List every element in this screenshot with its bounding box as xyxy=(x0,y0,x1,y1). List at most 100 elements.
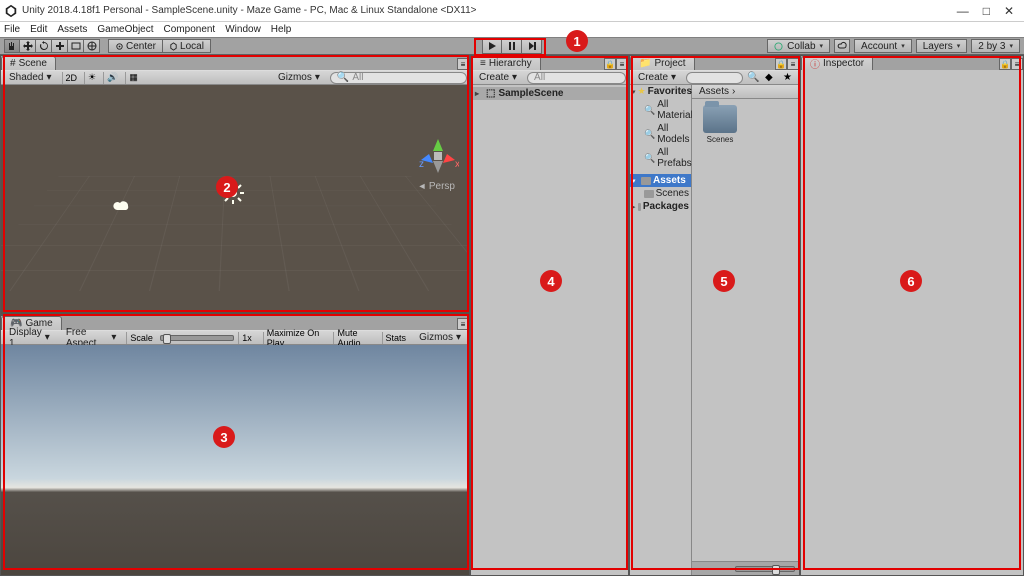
project-lock-button[interactable]: 🔒 xyxy=(775,58,787,70)
collab-dropdown[interactable]: Collab▾ xyxy=(767,39,830,53)
menu-assets[interactable]: Assets xyxy=(57,24,87,35)
scene-search-input[interactable]: 🔍All xyxy=(330,72,467,84)
rotate-tool-button[interactable] xyxy=(36,39,52,53)
window-close-button[interactable]: ✕ xyxy=(1004,4,1014,18)
hierarchy-create-label: Create xyxy=(479,72,509,83)
game-mute-toggle[interactable]: Mute Audio xyxy=(333,332,377,344)
scene-orientation-gizmo[interactable]: x z xyxy=(417,135,459,177)
project-panel-menu-button[interactable]: ≡ xyxy=(787,58,799,70)
scene-search-placeholder: All xyxy=(352,72,363,83)
scene-gizmos-dropdown[interactable]: Gizmos▾ xyxy=(272,72,326,84)
asset-label: Scenes xyxy=(707,135,734,144)
project-type-filter-button[interactable]: ◆ xyxy=(765,72,779,83)
play-button[interactable] xyxy=(482,39,502,54)
slider-thumb[interactable] xyxy=(163,334,171,344)
game-gizmos-dropdown[interactable]: Gizmos▾ xyxy=(413,332,467,344)
pivot-local-button[interactable]: Local xyxy=(163,39,211,53)
camera-icon xyxy=(113,200,131,212)
window-minimize-button[interactable]: — xyxy=(957,4,969,18)
search-save-icon: 🔍 xyxy=(644,129,655,140)
scene-lighting-toggle[interactable]: ☀ xyxy=(84,72,99,84)
scene-tab-icon: # xyxy=(10,58,16,69)
menu-component[interactable]: Component xyxy=(164,24,216,35)
menu-help[interactable]: Help xyxy=(271,24,292,35)
window-maximize-button[interactable]: □ xyxy=(983,4,990,18)
svg-text:x: x xyxy=(455,159,459,170)
move-tool-button[interactable] xyxy=(20,39,36,53)
project-tab-icon: 📁 xyxy=(639,58,651,69)
inspector-tab-icon: ⓘ xyxy=(810,56,820,71)
menu-file[interactable]: File xyxy=(4,24,20,35)
hierarchy-panel-menu-button[interactable]: ≡ xyxy=(616,58,628,70)
project-search-input[interactable] xyxy=(686,72,743,84)
fav-item[interactable]: 🔍All Models xyxy=(630,122,691,146)
scene-tab[interactable]: # Scene xyxy=(1,56,56,70)
step-button[interactable] xyxy=(522,39,542,54)
game-panel: 🎮 Game ≡ Display 1▾ Free Aspect▾ Scale 1… xyxy=(0,315,470,576)
assets-folder[interactable]: ▾Assets xyxy=(630,174,691,187)
scene-viewport[interactable]: x z ◄ Persp xyxy=(1,85,469,314)
game-aspect-dropdown[interactable]: Free Aspect▾ xyxy=(60,332,123,344)
hierarchy-create-dropdown[interactable]: Create▾ xyxy=(473,72,523,84)
pivot-center-button[interactable]: Center xyxy=(108,39,163,53)
scene-fx-toggle[interactable]: ▦ xyxy=(125,72,141,84)
menu-edit[interactable]: Edit xyxy=(30,24,47,35)
scene-audio-toggle[interactable]: 🔊 xyxy=(103,72,121,84)
packages-folder[interactable]: ▸Packages xyxy=(630,200,691,213)
game-gizmos-label: Gizmos xyxy=(419,332,453,343)
slider-thumb[interactable] xyxy=(772,565,780,575)
account-dropdown[interactable]: Account ▾ xyxy=(854,39,912,53)
layout-dropdown[interactable]: 2 by 3▾ xyxy=(971,39,1020,53)
favorites-group[interactable]: ▾★Favorites xyxy=(630,85,691,98)
fav-item[interactable]: 🔍All Prefabs xyxy=(630,146,691,170)
hierarchy-tree[interactable]: ▸ ⬚ SampleScene xyxy=(471,85,628,575)
transform-tool-button[interactable] xyxy=(84,39,100,53)
inspector-tab[interactable]: ⓘ Inspector xyxy=(801,56,873,70)
folder-icon xyxy=(641,177,651,185)
scenes-folder[interactable]: Scenes xyxy=(630,187,691,200)
collab-label: Collab xyxy=(787,41,815,52)
project-save-search-button[interactable]: ★ xyxy=(783,72,797,83)
expand-arrow-icon[interactable]: ▸ xyxy=(475,89,483,98)
hand-tool-button[interactable] xyxy=(4,39,20,53)
hierarchy-search-input[interactable]: All xyxy=(527,72,626,84)
fav-item[interactable]: 🔍All Material xyxy=(630,98,691,122)
scene-2d-toggle[interactable]: 2D xyxy=(62,72,81,84)
game-scale-slider[interactable] xyxy=(160,335,234,341)
asset-folder-item[interactable]: Scenes xyxy=(698,105,742,144)
layers-dropdown[interactable]: Layers▾ xyxy=(916,39,968,53)
scene-projection-label[interactable]: ◄ Persp xyxy=(417,181,455,192)
project-filter-button[interactable]: 🔍 xyxy=(747,72,761,83)
rect-tool-button[interactable] xyxy=(68,39,84,53)
scene-shading-dropdown[interactable]: Shaded▾ xyxy=(3,72,58,84)
main-menu-bar: File Edit Assets GameObject Component Wi… xyxy=(0,22,1024,37)
game-sub-toolbar: Display 1▾ Free Aspect▾ Scale 1x Maximiz… xyxy=(1,330,469,345)
inspector-panel-menu-button[interactable]: ≡ xyxy=(1011,58,1023,70)
hierarchy-tab[interactable]: ≡ Hierarchy xyxy=(471,56,541,70)
project-create-dropdown[interactable]: Create▾ xyxy=(632,72,682,84)
scale-tool-button[interactable] xyxy=(52,39,68,53)
services-button[interactable] xyxy=(834,39,850,53)
project-breadcrumb[interactable]: Assets › xyxy=(692,85,799,99)
hierarchy-search-placeholder: All xyxy=(534,72,545,83)
game-stats-toggle[interactable]: Stats xyxy=(382,332,410,344)
account-label: Account xyxy=(861,41,897,52)
inspector-lock-button[interactable]: 🔒 xyxy=(999,58,1011,70)
project-asset-grid[interactable]: Scenes xyxy=(692,99,799,561)
project-folder-tree[interactable]: ▾★Favorites 🔍All Material 🔍All Models 🔍A… xyxy=(630,85,692,575)
game-panel-menu-button[interactable]: ≡ xyxy=(457,318,469,330)
game-viewport[interactable] xyxy=(1,345,469,575)
scene-panel-menu-button[interactable]: ≡ xyxy=(457,58,469,70)
hierarchy-scene-root[interactable]: ▸ ⬚ SampleScene xyxy=(471,87,628,100)
game-maximize-toggle[interactable]: Maximize On Play xyxy=(263,332,330,344)
game-display-dropdown[interactable]: Display 1▾ xyxy=(3,332,56,344)
project-icon-size-slider[interactable] xyxy=(735,566,795,572)
menu-gameobject[interactable]: GameObject xyxy=(97,24,153,35)
chevron-down-icon: ▾ xyxy=(901,42,905,50)
folder-icon xyxy=(703,105,737,133)
pause-button[interactable] xyxy=(502,39,522,54)
menu-window[interactable]: Window xyxy=(225,24,261,35)
hierarchy-lock-button[interactable]: 🔒 xyxy=(604,58,616,70)
project-tab[interactable]: 📁 Project xyxy=(630,56,695,70)
inspector-body[interactable] xyxy=(801,70,1023,575)
